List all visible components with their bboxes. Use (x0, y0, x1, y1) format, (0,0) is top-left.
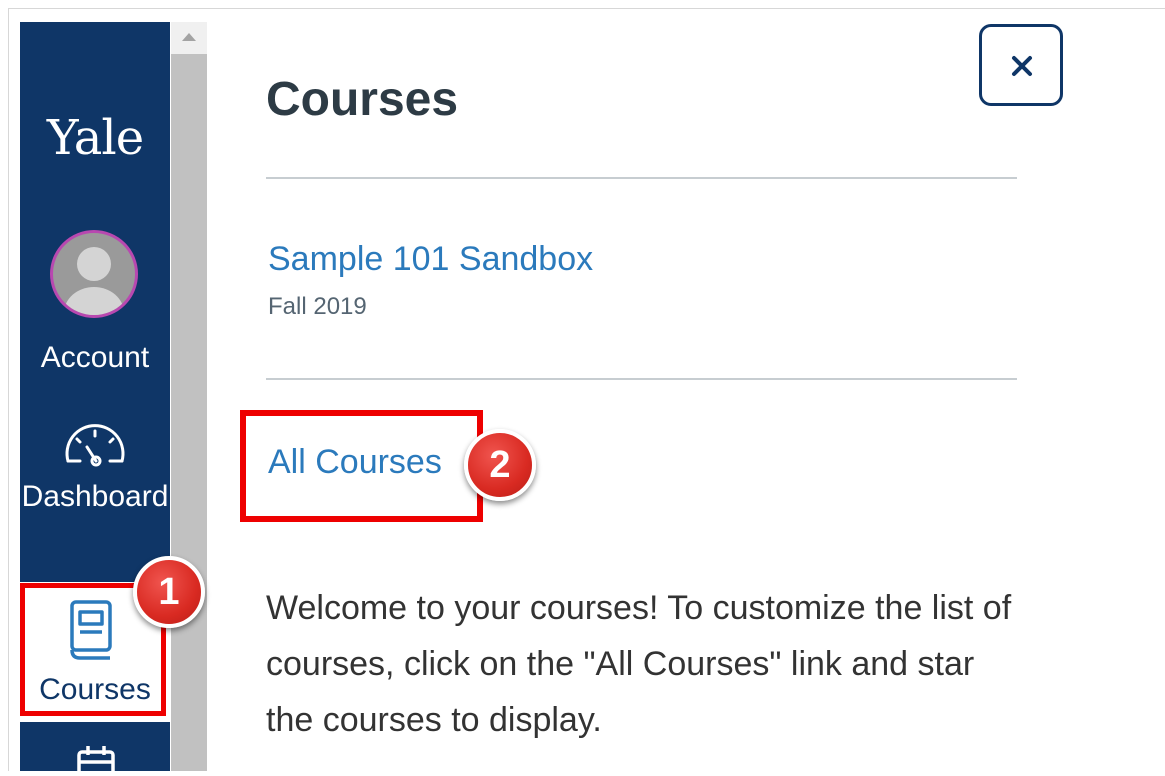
close-tray-button[interactable] (979, 24, 1063, 106)
nav-label-account: Account (40, 341, 150, 374)
welcome-message: Welcome to your courses! To customize th… (266, 589, 1012, 739)
nav-item-dashboard[interactable]: Dashboard (20, 417, 170, 582)
nav-item-account[interactable]: Account (20, 230, 170, 374)
scroll-up-arrow-icon[interactable] (171, 22, 207, 52)
course-term: Fall 2019 (268, 293, 367, 320)
avatar (50, 230, 138, 318)
all-courses-link[interactable]: All Courses (268, 443, 442, 482)
nav-label-courses: Courses (39, 673, 151, 706)
tray-divider (266, 177, 1017, 179)
user-silhouette-icon (64, 247, 124, 315)
close-icon (1012, 56, 1032, 76)
global-nav-sidebar: Yale Account Dashboard Courses (20, 22, 170, 776)
sidebar-scrollbar[interactable] (171, 22, 207, 771)
frame-border-left (8, 8, 9, 771)
step-badge-1: 1 (133, 556, 205, 628)
course-link-sample-101[interactable]: Sample 101 Sandbox (268, 240, 593, 279)
nav-item-calendar[interactable] (20, 734, 170, 776)
dashboard-gauge-icon (60, 417, 130, 472)
scrollbar-thumb[interactable] (171, 54, 207, 771)
calendar-icon (76, 746, 116, 776)
nav-label-dashboard: Dashboard (21, 480, 169, 513)
tray-divider (266, 378, 1017, 380)
step-badge-2: 2 (464, 429, 536, 501)
frame-border-top (8, 8, 1165, 9)
courses-book-icon (66, 598, 116, 667)
tray-title: Courses (266, 73, 459, 126)
yale-logo[interactable]: Yale (20, 110, 170, 166)
